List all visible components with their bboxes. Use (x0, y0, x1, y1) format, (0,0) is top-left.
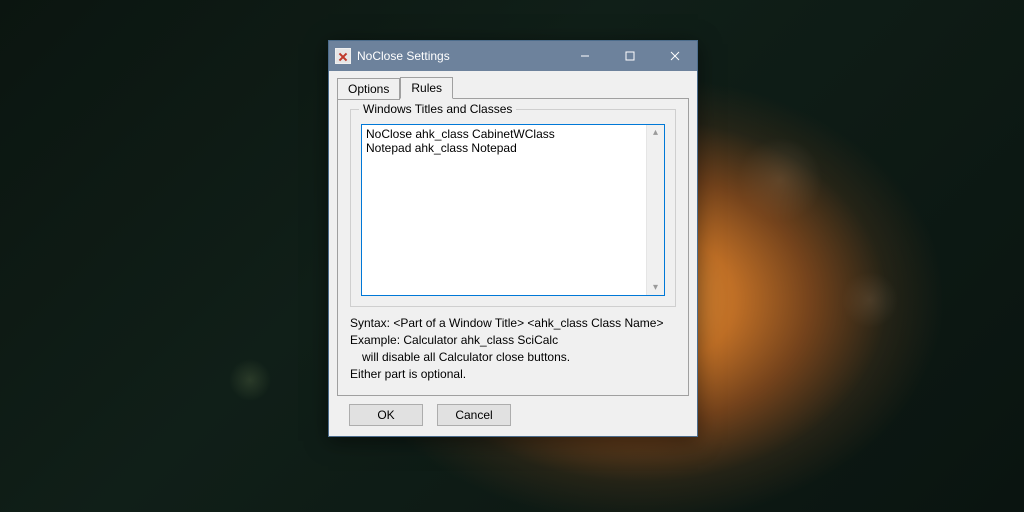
scroll-up-icon: ▴ (653, 125, 658, 140)
scroll-down-icon: ▾ (653, 280, 658, 295)
close-button[interactable] (652, 41, 697, 71)
ok-button[interactable]: OK (349, 404, 423, 426)
app-icon (335, 48, 351, 64)
tab-rules[interactable]: Rules (400, 77, 453, 99)
desktop-wallpaper: NoClose Settings Options Rules (0, 0, 1024, 512)
window-controls (562, 41, 697, 71)
minimize-button[interactable] (562, 41, 607, 71)
tab-strip: Options Rules (337, 77, 689, 99)
tab-page-rules: Windows Titles and Classes ▴ ▾ Syntax: <… (337, 98, 689, 396)
close-icon (670, 51, 680, 61)
window-title: NoClose Settings (357, 49, 562, 63)
group-legend: Windows Titles and Classes (359, 102, 516, 116)
dialog-buttons: OK Cancel (337, 396, 689, 426)
group-window-titles: Windows Titles and Classes ▴ ▾ (350, 109, 676, 307)
help-example-note: will disable all Calculator close button… (350, 349, 676, 366)
scrollbar[interactable]: ▴ ▾ (646, 125, 664, 295)
tab-options[interactable]: Options (337, 78, 400, 100)
help-example: Example: Calculator ahk_class SciCalc (350, 332, 676, 349)
maximize-icon (625, 51, 635, 61)
rules-textarea-wrap: ▴ ▾ (361, 124, 665, 296)
titlebar[interactable]: NoClose Settings (329, 41, 697, 71)
minimize-icon (580, 51, 590, 61)
rules-textarea[interactable] (362, 125, 646, 295)
cancel-button[interactable]: Cancel (437, 404, 511, 426)
help-syntax: Syntax: <Part of a Window Title> <ahk_cl… (350, 315, 676, 332)
help-optional: Either part is optional. (350, 366, 676, 383)
help-text: Syntax: <Part of a Window Title> <ahk_cl… (350, 315, 676, 383)
maximize-button[interactable] (607, 41, 652, 71)
settings-window: NoClose Settings Options Rules (328, 40, 698, 437)
window-client-area: Options Rules Windows Titles and Classes… (329, 71, 697, 436)
